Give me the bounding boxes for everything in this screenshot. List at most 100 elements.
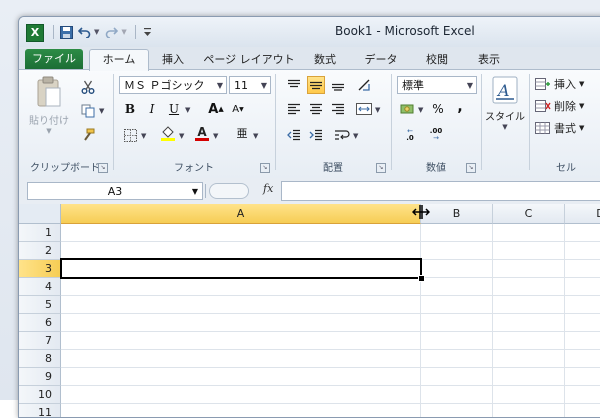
tab-home[interactable]: ホーム (89, 49, 149, 71)
percent-button[interactable]: % (429, 100, 447, 118)
selected-cell-a3[interactable] (60, 258, 422, 279)
font-launcher-icon[interactable]: ↘ (260, 163, 270, 173)
align-right-icon[interactable] (329, 100, 347, 118)
borders-dropdown-icon[interactable]: ▼ (141, 132, 146, 140)
excel-icon[interactable]: X (26, 24, 44, 42)
phonetic-dropdown-icon[interactable]: ▼ (253, 132, 258, 140)
tab-page-layout[interactable]: ページ レイアウト (199, 51, 299, 69)
formula-bar-splitter[interactable] (209, 183, 249, 199)
decrease-decimal-button[interactable]: .00 → (425, 126, 447, 144)
font-color-dropdown-icon[interactable]: ▼ (213, 132, 218, 140)
alignment-launcher-icon[interactable]: ↘ (376, 163, 386, 173)
copy-icon[interactable] (79, 102, 97, 120)
fill-handle[interactable] (418, 275, 425, 282)
underline-dropdown-icon[interactable]: ▼ (185, 106, 190, 114)
font-size-dropdown-icon[interactable]: ▼ (261, 77, 267, 95)
currency-icon[interactable] (399, 100, 417, 118)
comma-button[interactable]: , (451, 98, 469, 116)
row-header-selected[interactable]: 3 (19, 260, 61, 278)
tab-formulas[interactable]: 数式 (305, 51, 345, 69)
tab-file[interactable]: ファイル (25, 49, 83, 69)
shrink-font-button[interactable]: A ▼ (229, 100, 247, 118)
row-header[interactable]: 4 (19, 278, 61, 296)
styles-button[interactable]: A スタイル ▼ (485, 76, 525, 131)
row-header[interactable]: 9 (19, 368, 61, 386)
phonetic-guide-button[interactable]: 亜 (233, 124, 251, 142)
merge-center-icon[interactable] (355, 100, 373, 118)
format-painter-icon[interactable] (79, 126, 97, 144)
column-header-d[interactable]: D (565, 204, 600, 224)
row-header[interactable]: 6 (19, 314, 61, 332)
fill-color-dropdown-icon[interactable]: ▼ (179, 132, 184, 140)
name-box-dropdown-icon[interactable]: ▼ (192, 183, 198, 201)
row-header[interactable]: 8 (19, 350, 61, 368)
font-name-combo[interactable]: ＭＳ Ｐゴシック ▼ (119, 76, 227, 94)
copy-dropdown-icon[interactable]: ▼ (99, 107, 104, 115)
select-all-corner[interactable] (19, 204, 61, 224)
grow-font-button[interactable]: A ▲ (207, 100, 225, 118)
number-launcher-icon[interactable]: ↘ (466, 163, 476, 173)
align-middle-icon[interactable] (307, 76, 325, 94)
insert-dropdown-icon[interactable]: ▼ (579, 80, 584, 88)
number-format-dropdown-icon[interactable]: ▼ (467, 77, 473, 95)
italic-button[interactable]: I (143, 100, 161, 118)
formula-input[interactable] (281, 181, 600, 201)
column-header-c[interactable]: C (493, 204, 565, 224)
worksheet-grid[interactable]: A B C D 1 2 3 4 5 6 7 8 9 10 11 (19, 204, 600, 417)
font-size-value: 11 (234, 79, 248, 92)
underline-button[interactable]: U (165, 100, 183, 118)
column-header-b[interactable]: B (421, 204, 493, 224)
row-header[interactable]: 5 (19, 296, 61, 314)
increase-indent-icon[interactable] (307, 126, 325, 144)
align-bottom-icon[interactable] (329, 76, 347, 94)
borders-icon[interactable] (121, 126, 139, 144)
fill-color-icon[interactable] (159, 124, 177, 142)
align-left-icon[interactable] (285, 100, 303, 118)
orientation-icon[interactable] (355, 76, 373, 94)
wrap-dropdown-icon[interactable]: ▼ (353, 132, 358, 140)
name-box[interactable]: A3 ▼ (27, 182, 203, 200)
merge-dropdown-icon[interactable]: ▼ (375, 106, 380, 114)
paste-dropdown-icon[interactable]: ▼ (46, 127, 51, 135)
redo-icon[interactable] (103, 24, 119, 40)
redo-dropdown-icon[interactable]: ▼ (121, 28, 126, 36)
align-center-icon[interactable] (307, 100, 325, 118)
svg-text:A: A (496, 81, 510, 100)
undo-icon[interactable] (76, 24, 92, 40)
number-format-combo[interactable]: 標準 ▼ (397, 76, 477, 94)
insert-function-button[interactable]: fx (263, 182, 273, 195)
currency-dropdown-icon[interactable]: ▼ (418, 106, 423, 114)
wrap-text-icon[interactable] (333, 126, 351, 144)
align-top-icon[interactable] (285, 76, 303, 94)
cut-icon[interactable] (79, 78, 97, 96)
row-header[interactable]: 2 (19, 242, 61, 260)
window-title: Book1 - Microsoft Excel (335, 24, 475, 38)
decrease-indent-icon[interactable] (285, 126, 303, 144)
alignment-group: ▼ ▼ 配置 ↘ (277, 70, 389, 178)
styles-dropdown-icon[interactable]: ▼ (502, 123, 507, 131)
clipboard-launcher-icon[interactable]: ↘ (98, 163, 108, 173)
row-header[interactable]: 10 (19, 386, 61, 404)
row-header[interactable]: 1 (19, 224, 61, 242)
format-dropdown-icon[interactable]: ▼ (579, 124, 584, 132)
undo-dropdown-icon[interactable]: ▼ (94, 28, 99, 36)
font-color-icon[interactable]: A (193, 124, 211, 142)
paste-button[interactable]: 貼り付け ▼ (27, 76, 71, 135)
font-size-combo[interactable]: 11 ▼ (229, 76, 271, 94)
font-name-dropdown-icon[interactable]: ▼ (217, 77, 223, 95)
tab-insert[interactable]: 挿入 (153, 51, 193, 69)
customize-qat-icon[interactable] (140, 24, 156, 40)
row-header[interactable]: 11 (19, 404, 61, 417)
delete-cells-button[interactable]: 削除 ▼ (535, 96, 584, 116)
increase-decimal-button[interactable]: ← .0 (399, 126, 421, 144)
bold-button[interactable]: B (121, 100, 139, 118)
tab-data[interactable]: データ (357, 51, 405, 69)
tab-view[interactable]: 表示 (469, 51, 509, 69)
format-cells-button[interactable]: 書式 ▼ (535, 118, 584, 138)
insert-cells-button[interactable]: 挿入 ▼ (535, 74, 584, 94)
tab-review[interactable]: 校閲 (417, 51, 457, 69)
delete-dropdown-icon[interactable]: ▼ (579, 102, 584, 110)
save-icon[interactable] (58, 24, 74, 40)
column-header-a[interactable]: A (61, 204, 421, 224)
row-header[interactable]: 7 (19, 332, 61, 350)
